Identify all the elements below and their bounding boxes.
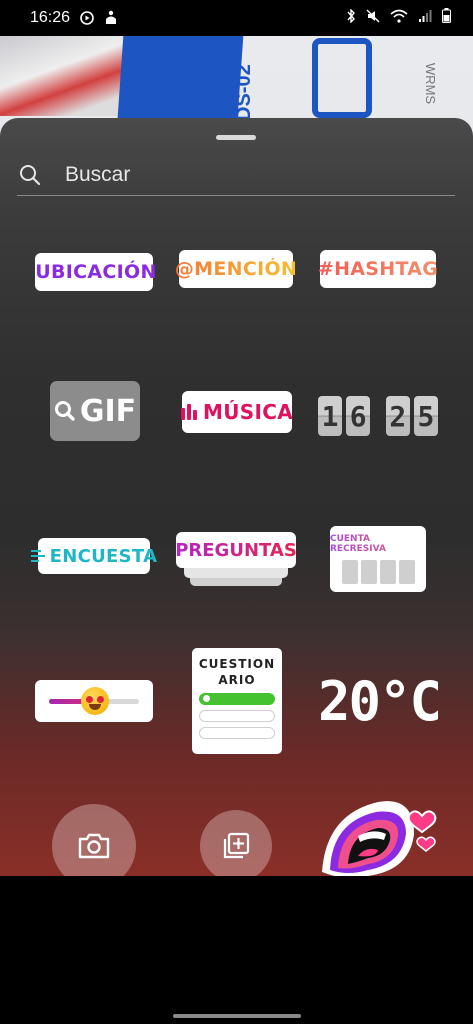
- clock-digit: 6: [346, 396, 371, 436]
- photo-side-text: WRMS: [423, 62, 439, 105]
- search-bar[interactable]: Buscar: [17, 154, 455, 196]
- quiz-label: CUESTIONARIO: [198, 657, 276, 687]
- location-label: UBICACIÓN: [35, 261, 157, 283]
- signal-icon: [418, 9, 432, 28]
- search-placeholder: Buscar: [65, 162, 131, 186]
- quiz-option-correct: [199, 693, 275, 705]
- music-bars-icon: [181, 404, 198, 420]
- status-bar: 16:26: [0, 0, 473, 36]
- poll-lines-icon: [30, 550, 45, 562]
- add-media-icon: [223, 832, 250, 859]
- heart-eyes-emoji-icon: [81, 687, 109, 715]
- hashtag-label: #HASHTAG: [317, 258, 439, 280]
- photo-logo: [312, 38, 372, 118]
- quiz-option: [199, 727, 275, 739]
- home-indicator[interactable]: [173, 1014, 301, 1018]
- hashtag-sticker[interactable]: #HASHTAG: [317, 250, 439, 288]
- photo-blue-strap: [116, 36, 244, 131]
- accessibility-icon: [104, 10, 118, 26]
- sticker-panel: Buscar UBICACIÓN @MENCIÓN #HASHTAG GIF M…: [0, 118, 473, 876]
- status-time: 16:26: [30, 9, 71, 26]
- gif-label: GIF: [79, 393, 137, 429]
- battery-icon: [442, 8, 451, 28]
- countdown-boxes: [341, 560, 415, 584]
- location-sticker[interactable]: UBICACIÓN: [35, 253, 157, 291]
- add-media-sticker-button[interactable]: [200, 810, 272, 876]
- clock-digit: 1: [318, 396, 343, 436]
- quiz-sticker[interactable]: CUESTIONARIO: [192, 648, 282, 754]
- questions-sticker[interactable]: PREGUNTAS: [175, 532, 297, 586]
- countdown-sticker[interactable]: CUENTA RECRESIVA: [330, 526, 426, 592]
- clock-sticker[interactable]: 1 6 2 5: [318, 394, 438, 438]
- clock-digit: 2: [385, 396, 410, 436]
- gif-search-icon: [54, 401, 75, 421]
- mouth-sticker[interactable]: [318, 790, 440, 876]
- quiz-option: [199, 710, 275, 722]
- temperature-sticker[interactable]: 20°C: [317, 669, 442, 733]
- bottom-black-area: [0, 876, 473, 1024]
- music-sticker[interactable]: MÚSICA: [181, 391, 293, 433]
- media-icon: [80, 11, 94, 25]
- bluetooth-icon: [346, 7, 356, 28]
- photo-label: DS-02: [233, 64, 255, 121]
- temperature-label: 20°C: [317, 669, 442, 733]
- mention-label: @MENCIÓN: [174, 258, 298, 280]
- camera-icon: [78, 833, 110, 859]
- poll-label: ENCUESTA: [49, 545, 158, 567]
- wifi-icon: [390, 9, 408, 28]
- mute-icon: [366, 9, 380, 28]
- questions-label: PREGUNTAS: [175, 539, 297, 561]
- gif-sticker[interactable]: GIF: [50, 381, 140, 441]
- music-label: MÚSICA: [203, 400, 293, 424]
- clock-digit: 5: [413, 396, 438, 436]
- poll-sticker[interactable]: ENCUESTA: [30, 538, 157, 574]
- search-icon: [19, 164, 41, 186]
- drag-handle[interactable]: [216, 135, 256, 140]
- countdown-label: CUENTA RECRESIVA: [330, 534, 426, 554]
- mention-sticker[interactable]: @MENCIÓN: [175, 250, 297, 288]
- emoji-slider-sticker[interactable]: [35, 680, 153, 722]
- camera-sticker-button[interactable]: [52, 804, 136, 876]
